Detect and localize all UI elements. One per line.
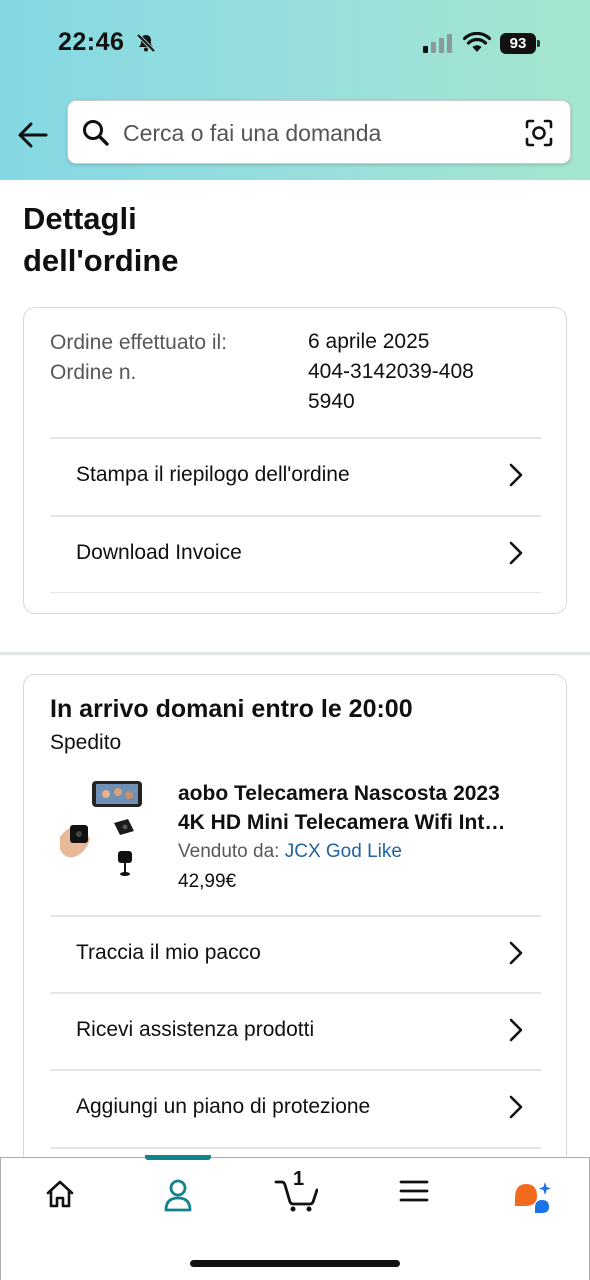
status-time: 22:46 (58, 28, 125, 56)
product-support-label: Ricevi assistenza prodotti (76, 1018, 315, 1041)
print-order-summary-link[interactable]: Stampa il riepilogo dell'ordine (50, 439, 541, 515)
seller-label: Venduto da: (178, 841, 280, 862)
chevron-right-icon (509, 1095, 523, 1124)
seller-link[interactable]: JCX God Like (285, 841, 402, 862)
order-number-label: Ordine n. (50, 361, 137, 384)
home-indicator (190, 1260, 400, 1267)
search-input[interactable] (123, 115, 503, 151)
product-support-link[interactable]: Ricevi assistenza prodotti (50, 994, 541, 1070)
search-icon (82, 119, 110, 152)
track-package-link[interactable]: Traccia il mio pacco (50, 917, 541, 993)
page-title: Dettagli dell'ordine (23, 201, 179, 278)
download-invoice-label: Download Invoice (76, 541, 242, 564)
cart-count-badge: 1 (293, 1168, 305, 1190)
product-price: 42,99€ (178, 871, 237, 892)
order-info-card: Ordine effettuato il: 6 aprile 2025 Ordi… (23, 307, 567, 614)
section-divider (0, 652, 590, 655)
tab-home[interactable] (1, 1158, 119, 1233)
mute-bell-icon (136, 33, 156, 58)
download-invoice-link[interactable]: Download Invoice (50, 517, 541, 593)
print-order-summary-label: Stampa il riepilogo dell'ordine (76, 463, 350, 486)
tab-account[interactable] (119, 1158, 237, 1233)
order-date-value: 6 aprile 2025 (308, 330, 430, 353)
search-bar[interactable] (67, 100, 571, 164)
product-image[interactable] (56, 779, 146, 883)
delivery-estimate: In arrivo domani entro le 20:00 (50, 695, 413, 723)
back-arrow-icon[interactable] (16, 118, 50, 152)
protection-plan-label: Aggiungi un piano di protezione (76, 1095, 371, 1118)
product-title[interactable]: aobo Telecamera Nascosta 2023 (178, 779, 538, 808)
order-number-value: 404-3142039-4085940 (308, 360, 474, 413)
shipment-status: Spedito (50, 731, 122, 754)
seller-info: Venduto da: JCX God Like (178, 841, 402, 863)
tab-rufus-ai[interactable] (473, 1158, 590, 1233)
wifi-icon (462, 31, 492, 59)
order-date-label: Ordine effettuato il: (50, 331, 228, 354)
chevron-right-icon (509, 941, 523, 970)
chevron-right-icon (509, 463, 523, 492)
camera-scan-icon[interactable] (524, 118, 554, 153)
app-header: 22:46 93 (0, 0, 590, 180)
cellular-signal-icon (423, 33, 453, 58)
battery-level: 93 (500, 33, 536, 54)
protection-plan-link[interactable]: Aggiungi un piano di protezione (50, 1071, 541, 1147)
track-package-label: Traccia il mio pacco (76, 941, 261, 964)
battery-icon: 93 (500, 33, 540, 54)
status-bar: 22:46 93 (0, 0, 590, 88)
tab-menu[interactable] (355, 1158, 473, 1233)
chevron-right-icon (509, 1018, 523, 1047)
chevron-right-icon (509, 541, 523, 570)
product-title-line2[interactable]: 4K HD Mini Telecamera Wifi Int… (178, 808, 538, 837)
shipment-card: In arrivo domani entro le 20:00 Spedito … (23, 674, 567, 1174)
